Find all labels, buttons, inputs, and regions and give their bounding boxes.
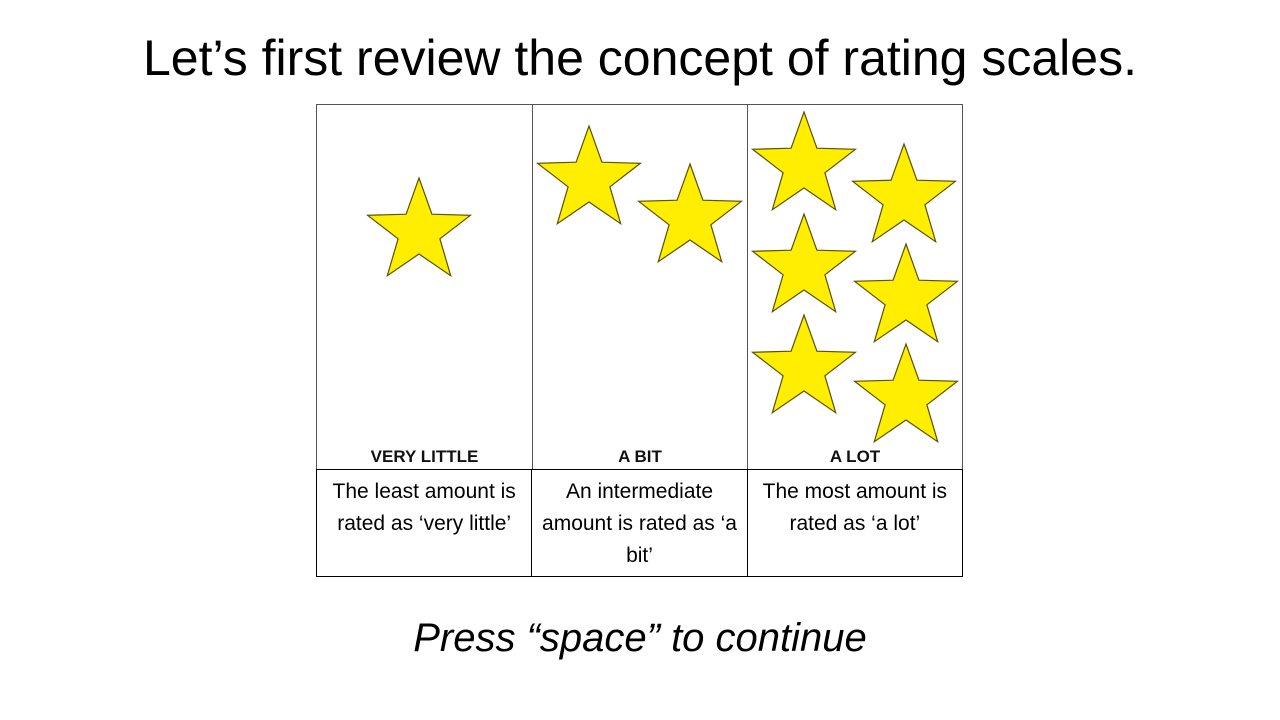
star-icon xyxy=(750,313,858,415)
star-icon xyxy=(852,242,960,344)
star-icon xyxy=(750,110,858,212)
description-table: The least amount is rated as ‘very littl… xyxy=(315,469,964,577)
star-icon xyxy=(535,124,643,226)
star-icon xyxy=(852,342,960,444)
description-a-bit: An intermediate amount is rated as ‘a bi… xyxy=(531,469,748,577)
star-icon xyxy=(750,212,858,314)
continue-hint: Press “space” to continue xyxy=(413,616,867,660)
description-row: The least amount is rated as ‘very littl… xyxy=(315,469,964,577)
star-icon xyxy=(365,176,473,278)
star-icon xyxy=(636,162,744,264)
description-very-little: The least amount is rated as ‘very littl… xyxy=(315,469,533,577)
description-a-lot: The most amount is rated as ‘a lot’ xyxy=(746,469,964,577)
stars-layer xyxy=(365,110,960,444)
star-icon xyxy=(850,142,958,244)
slide-title: Let’s first review the concept of rating… xyxy=(143,30,1137,86)
rating-scale-panel: VERY LITTLE A BIT A LOT xyxy=(316,104,963,470)
